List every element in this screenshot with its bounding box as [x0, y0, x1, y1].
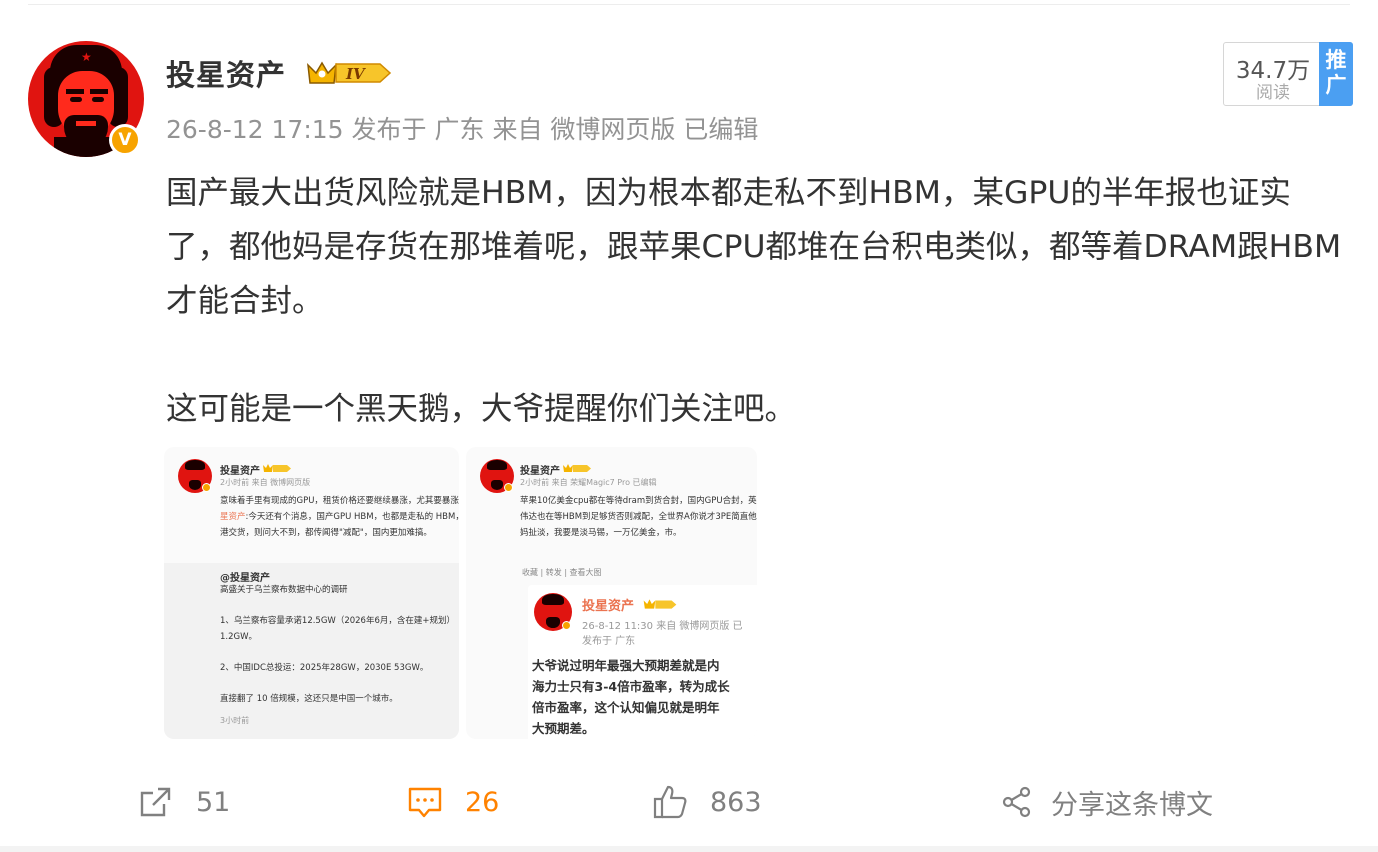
level-text: IV — [345, 65, 366, 83]
reads-label: 阅读 — [1256, 83, 1290, 103]
post-paragraph-2: 这可能是一个黑天鹅，大爷提醒你们关注吧。 — [166, 391, 797, 427]
image2-author: 投星资产 — [520, 466, 560, 477]
post-image-1[interactable]: 投星资产 2小时前 来自 微博网页版 意味着手里有现成的GPU，租赁价格还要继续… — [164, 447, 459, 739]
verified-badge-icon: V — [109, 124, 141, 156]
promote-button[interactable]: 推广 — [1319, 42, 1353, 106]
image2-meta: 2小时前 来自 荣耀Magic7 Pro 已编辑 — [520, 478, 657, 487]
reads-stats: 34.7万 阅读 推广 — [1223, 42, 1353, 106]
author-name[interactable]: 投星资产 — [166, 52, 286, 94]
forward-button[interactable]: 51 — [138, 780, 230, 824]
image1-text-b: :今天还有个消息，国产GPU HBM，也都是走私的 HBM，全部都是香港交货，则… — [220, 512, 459, 538]
post-timestamp[interactable]: 26-8-12 17:15 — [166, 115, 344, 144]
crown-level-badge-icon[interactable]: IV — [306, 57, 392, 89]
like-count: 863 — [710, 786, 762, 818]
share-button[interactable]: 分享这条博文 — [1001, 780, 1213, 824]
image1-quote-author: @投星资产 — [220, 573, 270, 584]
top-divider — [28, 4, 1350, 5]
image2-actions: 收藏 | 转发 | 查看大图 — [522, 568, 602, 577]
image1-quote-text: 高盛关于乌兰察布数据中心的调研 1、乌兰察布容量承诺12.5GW（2026年6月… — [220, 585, 455, 704]
image2-inner-crown-icon — [643, 599, 677, 609]
image1-author: 投星资产 — [220, 466, 260, 477]
share-label: 分享这条博文 — [1051, 789, 1213, 821]
like-button[interactable]: 863 — [652, 780, 762, 824]
like-icon — [653, 785, 687, 819]
image2-text: 苹果10亿美金cpu都在等待dram到货合封，国内GPU合封，英伟达也在等HBM… — [520, 496, 757, 538]
image2-inner-meta: 26-8-12 11:30 来自 微博网页版 已 — [582, 621, 743, 632]
image2-verified-icon — [504, 483, 513, 492]
image2-inner-text: 大爷说过明年最强大预期差就是内 海力士只有3-4倍市盈率，转为成长 倍市盈率，这… — [532, 658, 730, 736]
image1-text: 意味着手里有现成的GPU，租赁价格还要继续暴涨，尤其要暴涨翻倍。//@投星资产:… — [220, 493, 459, 541]
image1-verified-icon — [202, 483, 211, 492]
post-image-2[interactable]: 投星资产 2小时前 来自 荣耀Magic7 Pro 已编辑 苹果10亿美金cpu… — [466, 447, 757, 739]
image2-inner-verified-icon — [562, 621, 571, 630]
post-location: 发布于 广东 — [351, 115, 485, 144]
post-edited[interactable]: 已编辑 — [683, 115, 758, 144]
forward-count: 51 — [196, 786, 231, 818]
post-meta: 26-8-12 17:15 发布于 广东 来自 微博网页版 已编辑 — [166, 110, 758, 146]
image1-meta: 2小时前 来自 微博网页版 — [220, 478, 311, 487]
post-paragraph-1: 国产最大出货风险就是HBM，因为根本都走私不到HBM，某GPU的半年报也证实了，… — [166, 175, 1342, 319]
image2-inner-author: 投星资产 — [582, 599, 635, 614]
comment-count: 26 — [465, 786, 500, 818]
image1-crown-icon — [263, 464, 291, 472]
post-source: 来自 微博网页版 — [492, 115, 676, 144]
share-icon — [1002, 786, 1031, 818]
comment-button[interactable]: 26 — [407, 780, 499, 824]
post-body: 国产最大出货风险就是HBM，因为根本都走私不到HBM，某GPU的半年报也证实了，… — [166, 166, 1346, 436]
forward-icon — [140, 787, 171, 817]
bottom-divider — [0, 846, 1378, 852]
image1-text-a: 意味着手里有现成的GPU，租赁价格还要继续暴涨，尤其要暴涨翻倍。// — [220, 496, 459, 506]
comment-icon — [408, 787, 442, 818]
image2-inner-card: 投星资产 26-8-12 11:30 来自 微博网页版 已 发布于 广东 大爷说… — [528, 585, 757, 739]
image2-inner-location: 发布于 广东 — [582, 636, 636, 647]
image1-quote-time: 3小时前 — [220, 716, 250, 725]
image2-crown-icon — [563, 464, 591, 472]
